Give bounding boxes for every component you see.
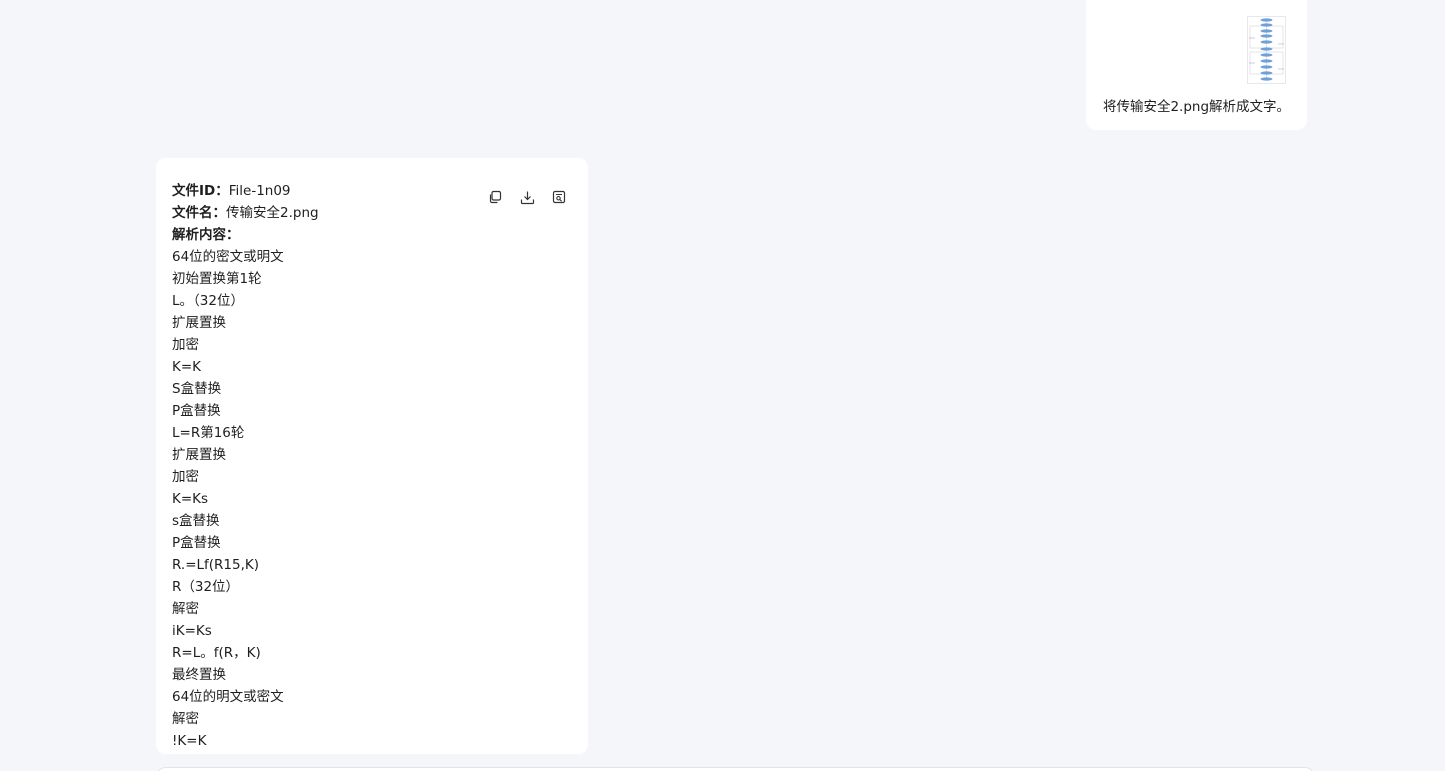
parsed-line: 初始置换第1轮 xyxy=(172,271,262,287)
export-button[interactable] xyxy=(550,188,568,206)
parsed-line: 加密 xyxy=(172,337,199,353)
parsed-line: R（32位） xyxy=(172,579,240,595)
parsed-line: P盒替换 xyxy=(172,403,221,419)
parsed-line: 扩展置换 xyxy=(172,447,226,463)
file-id-line: 文件ID：File-1n09 xyxy=(172,180,552,202)
parsed-line: 加密 xyxy=(172,469,199,485)
parsed-line: iK=Ks xyxy=(172,623,212,639)
file-id-label: 文件ID： xyxy=(172,183,229,199)
file-name-value: 传输安全2.png xyxy=(226,205,319,221)
parsed-line: s盒替换 xyxy=(172,513,220,529)
export-icon xyxy=(552,190,566,204)
user-message-text: 将传输安全2.png解析成文字。 xyxy=(1102,99,1291,115)
parsed-line: R=L。f(R，K) xyxy=(172,645,261,661)
reply-content: 文件ID：File-1n09 文件名：传输安全2.png 解析内容： 64位的密… xyxy=(172,180,552,752)
parsed-line: S盒替换 xyxy=(172,381,222,397)
file-name-label: 文件名： xyxy=(172,205,226,221)
parsed-line: 64位的明文或密文 xyxy=(172,689,284,705)
parsed-line: K=Ks xyxy=(172,491,209,507)
parsed-line: 扩展置换 xyxy=(172,315,226,331)
file-id-value: File-1n09 xyxy=(228,183,291,199)
parsed-line: 64位的密文或明文 xyxy=(172,249,284,265)
parsed-line: L。（32位） xyxy=(172,293,244,309)
parsed-line: R.=Lf(R15,K) xyxy=(172,557,260,573)
file-name-line: 文件名：传输安全2.png xyxy=(172,202,552,224)
parsed-content-label: 解析内容： xyxy=(172,227,240,243)
parsed-line: 解密 xyxy=(172,711,199,727)
parsed-line: P盒替换 xyxy=(172,535,221,551)
chat-input-box[interactable] xyxy=(156,767,1315,771)
parsed-line: 最终置换 xyxy=(172,667,226,683)
parsed-line: K=K xyxy=(172,359,202,375)
parsed-line: !K=K xyxy=(172,733,207,749)
parsed-line: L=R第16轮 xyxy=(172,425,245,441)
attachment-thumbnail[interactable] xyxy=(1247,16,1286,84)
chat-page: 将传输安全2.png解析成文字。 文件ID：File-1n09 文件名：传输安全… xyxy=(0,0,1445,771)
user-message-bubble: 将传输安全2.png解析成文字。 xyxy=(1086,0,1307,130)
assistant-reply-card: 文件ID：File-1n09 文件名：传输安全2.png 解析内容： 64位的密… xyxy=(156,158,588,754)
flowchart-thumbnail-icon xyxy=(1247,16,1286,84)
parsed-line: 解密 xyxy=(172,601,199,617)
